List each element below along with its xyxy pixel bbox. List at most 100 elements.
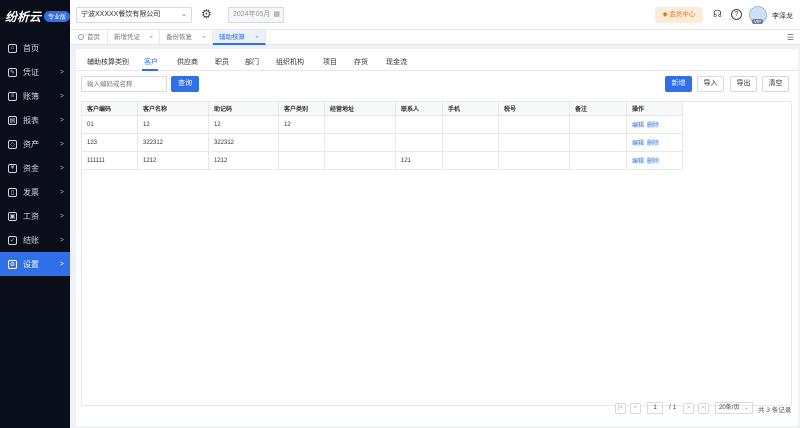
edit-link[interactable]: 编辑 xyxy=(632,123,644,129)
pagination: |< < 1 / 1 > >| 20条/页 ⌄ 共 3 条记录 xyxy=(76,401,798,417)
table-cell xyxy=(395,115,443,134)
delete-link[interactable]: 删除 xyxy=(647,141,659,147)
table-cell: 111111 xyxy=(81,151,138,170)
tab-auxiliary-accounting[interactable]: 辅助核算 × xyxy=(213,30,266,45)
table-cell xyxy=(498,151,570,170)
edit-link[interactable]: 编辑 xyxy=(632,159,644,165)
table-cell xyxy=(324,151,396,170)
company-name: 宁波XXXXX餐饮有限公司 xyxy=(81,11,161,18)
total-pages: / 1 xyxy=(669,404,677,411)
member-center-button[interactable]: ◆ 会员中心 xyxy=(655,7,703,23)
subtab-organization[interactable]: 组织机构 xyxy=(276,57,304,67)
sidebar-item-ledger[interactable]: ≡ 账簿 > xyxy=(0,84,70,108)
asset-icon: ◇ xyxy=(8,139,17,149)
help-icon[interactable]: ? xyxy=(731,9,742,20)
chevron-right-icon: > xyxy=(59,212,64,220)
subtabs: 辅助核算类别 客户 供应商 职员 部门 组织机构 项目 存货 现金流 xyxy=(76,49,798,71)
settings-icon: ⚙ xyxy=(8,259,17,269)
home-icon: ⌂ xyxy=(8,43,17,53)
vip-badge: VIP xyxy=(752,19,764,24)
export-button[interactable]: 导出 xyxy=(730,76,757,92)
subtab-supplier[interactable]: 供应商 xyxy=(177,57,198,67)
search-input[interactable] xyxy=(81,76,167,92)
subtab-staff[interactable]: 职员 xyxy=(215,57,229,67)
delete-link[interactable]: 删除 xyxy=(647,123,659,129)
delete-link[interactable]: 删除 xyxy=(647,159,659,165)
table-cell xyxy=(324,133,396,152)
table-cell: 12 xyxy=(137,115,209,134)
column-header: 经营地址 xyxy=(324,101,396,116)
import-button[interactable]: 导入 xyxy=(697,76,724,92)
query-button[interactable]: 查询 xyxy=(171,76,199,92)
sidebar-item-home[interactable]: ⌂ 首页 xyxy=(0,36,70,60)
company-select[interactable]: 宁波XXXXX餐饮有限公司 ⌄ xyxy=(76,7,192,23)
period-select[interactable]: 2024年05月 ▦ xyxy=(228,7,284,23)
sidebar-item-label: 工资 xyxy=(23,211,39,221)
member-center-label: 会员中心 xyxy=(669,11,696,18)
close-icon[interactable]: × xyxy=(202,30,206,45)
table-cell xyxy=(498,115,570,134)
home-icon xyxy=(78,34,84,40)
next-page-button[interactable]: > xyxy=(683,403,694,414)
table-row: 111111 1212 1212 121 编辑 删除 xyxy=(81,151,683,170)
edit-link[interactable]: 编辑 xyxy=(632,141,644,147)
subtab-auxiliary-categories[interactable]: 辅助核算类别 xyxy=(87,57,129,67)
logo: 纷析云 专业版 xyxy=(0,0,70,32)
subtab-inventory[interactable]: 存货 xyxy=(354,57,368,67)
tab-home[interactable]: 首页 xyxy=(70,30,108,45)
subtab-project[interactable]: 项目 xyxy=(323,57,337,67)
close-icon[interactable]: × xyxy=(255,30,259,45)
tab-new-voucher[interactable]: 新增凭证 × xyxy=(108,30,160,45)
chevron-down-icon: ⌄ xyxy=(743,405,749,411)
sidebar-item-invoice[interactable]: ▯ 发票 > xyxy=(0,180,70,204)
close-icon[interactable]: × xyxy=(149,30,153,45)
table-cell: 1212 xyxy=(208,151,279,170)
chevron-right-icon: > xyxy=(59,140,64,148)
add-button[interactable]: 新增 xyxy=(665,76,692,92)
subtab-cash-flow[interactable]: 现金流 xyxy=(386,57,407,67)
sidebar-item-closing[interactable]: ✓ 结账 > xyxy=(0,228,70,252)
sidebar-item-asset[interactable]: ◇ 资产 > xyxy=(0,132,70,156)
gear-icon[interactable]: ⚙ xyxy=(201,8,214,21)
customer-table: 客户编码 客户名称 助记码 客户类别 经营地址 联系人 手机 税号 备注 操作 … xyxy=(81,101,683,170)
table-cell xyxy=(569,115,627,134)
first-page-button[interactable]: |< xyxy=(615,403,626,414)
table-cell xyxy=(278,151,325,170)
invoice-icon: ▯ xyxy=(8,187,17,197)
prev-page-button[interactable]: < xyxy=(630,403,641,414)
sidebar-item-report[interactable]: ▤ 报表 > xyxy=(0,108,70,132)
column-header: 客户编码 xyxy=(81,101,138,116)
column-header: 客户名称 xyxy=(137,101,209,116)
username[interactable]: 李泽龙 xyxy=(772,11,793,21)
sidebar-item-label: 报表 xyxy=(23,115,39,125)
sidebar-item-fund[interactable]: ¥ 资金 > xyxy=(0,156,70,180)
sidebar-item-settings[interactable]: ⚙ 设置 > xyxy=(0,252,70,276)
page-size-select[interactable]: 20条/页 ⌄ xyxy=(715,402,753,414)
table-cell xyxy=(324,115,396,134)
ledger-icon: ≡ xyxy=(8,91,17,101)
table-cell: 322312 xyxy=(137,133,209,152)
table-cell: 322312 xyxy=(208,133,279,152)
menu-icon[interactable]: ☰ xyxy=(787,33,794,42)
sidebar-item-label: 设置 xyxy=(23,259,39,269)
sidebar-item-label: 首页 xyxy=(23,43,39,53)
last-page-button[interactable]: >| xyxy=(698,403,709,414)
actions-cell: 编辑 删除 xyxy=(626,115,683,134)
subtab-department[interactable]: 部门 xyxy=(245,57,259,67)
table-cell: 01 xyxy=(81,115,138,134)
page-number-input[interactable]: 1 xyxy=(647,402,663,414)
salary-icon: ▣ xyxy=(8,211,17,221)
table-cell xyxy=(498,133,570,152)
headset-icon[interactable]: ☊ xyxy=(712,9,723,20)
sidebar: 纷析云 专业版 ⌂ 首页 ✎ 凭证 > ≡ 账簿 > ▤ 报表 > ◇ 资产 > ¥ 资金 > ▯ 发票… xyxy=(0,0,70,428)
actions-cell: 编辑 删除 xyxy=(626,133,683,152)
subtab-customer[interactable]: 客户 xyxy=(144,57,158,67)
clear-button[interactable]: 清空 xyxy=(762,76,789,92)
sidebar-item-voucher[interactable]: ✎ 凭证 > xyxy=(0,60,70,84)
tab-backup-restore[interactable]: 备份恢复 × xyxy=(160,30,213,45)
sidebar-item-label: 资产 xyxy=(23,139,39,149)
sidebar-item-salary[interactable]: ▣ 工资 > xyxy=(0,204,70,228)
chevron-right-icon: > xyxy=(59,236,64,244)
chevron-right-icon: > xyxy=(59,188,64,196)
sidebar-item-label: 发票 xyxy=(23,187,39,197)
